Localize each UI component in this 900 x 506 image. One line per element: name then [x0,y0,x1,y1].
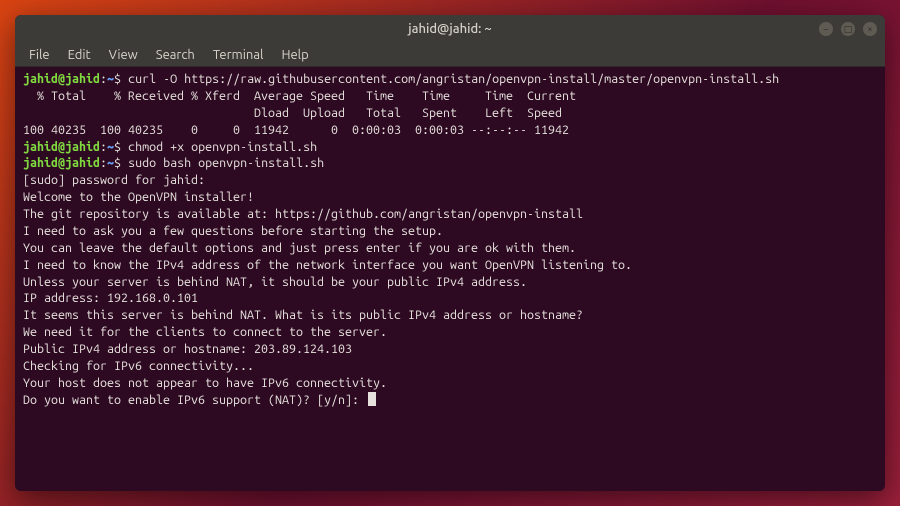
menu-edit[interactable]: Edit [60,46,99,64]
menu-terminal[interactable]: Terminal [205,46,272,64]
output-nat-detect: It seems this server is behind NAT. What… [23,307,877,324]
command-curl: curl -O https://raw.githubusercontent.co… [128,72,779,86]
output-ipv4-need: I need to know the IPv4 address of the n… [23,257,877,274]
curl-progress-row: 100 40235 100 40235 0 0 11942 0 0:00:03 … [23,122,877,139]
curl-header-1: % Total % Received % Xferd Average Speed… [23,88,877,105]
sudo-prompt: [sudo] password for jahid: [23,172,877,189]
close-button[interactable]: × [863,22,877,36]
window-controls: – □ × [819,22,877,36]
output-repo-url: The git repository is available at: http… [23,206,877,223]
output-ip-address: IP address: 192.168.0.101 [23,290,877,307]
output-nat-need: We need it for the clients to connect to… [23,324,877,341]
output-ipv6-check: Checking for IPv6 connectivity... [23,358,877,375]
prompt-path: ~ [107,72,114,86]
titlebar[interactable]: jahid@jahid: ~ – □ × [15,15,885,43]
prompt-line-3: jahid@jahid:~$ sudo bash openvpn-install… [23,155,877,172]
prompt-ipv6-enable: Do you want to enable IPv6 support (NAT)… [23,392,877,409]
menu-file[interactable]: File [21,46,58,64]
curl-header-2: Dload Upload Total Spent Left Speed [23,105,877,122]
output-public-ip: Public IPv4 address or hostname: 203.89.… [23,341,877,358]
menu-view[interactable]: View [101,46,146,64]
maximize-button[interactable]: □ [841,22,855,36]
terminal-body[interactable]: jahid@jahid:~$ curl -O https://raw.githu… [15,67,885,491]
menu-help[interactable]: Help [273,46,316,64]
output-questions: I need to ask you a few questions before… [23,223,877,240]
minimize-button[interactable]: – [819,22,833,36]
command-chmod: chmod +x openvpn-install.sh [128,140,317,154]
output-no-ipv6: Your host does not appear to have IPv6 c… [23,375,877,392]
output-welcome: Welcome to the OpenVPN installer! [23,189,877,206]
output-ipv4-note: Unless your server is behind NAT, it sho… [23,274,877,291]
cursor-icon [368,392,376,406]
terminal-window: jahid@jahid: ~ – □ × File Edit View Sear… [15,15,885,491]
output-defaults: You can leave the default options and ju… [23,240,877,257]
prompt-line-1: jahid@jahid:~$ curl -O https://raw.githu… [23,71,877,88]
prompt-userhost: jahid@jahid [23,72,100,86]
command-sudo-bash: sudo bash openvpn-install.sh [128,156,324,170]
prompt-line-2: jahid@jahid:~$ chmod +x openvpn-install.… [23,139,877,156]
menu-search[interactable]: Search [148,46,203,64]
menubar: File Edit View Search Terminal Help [15,43,885,67]
window-title: jahid@jahid: ~ [15,22,885,36]
